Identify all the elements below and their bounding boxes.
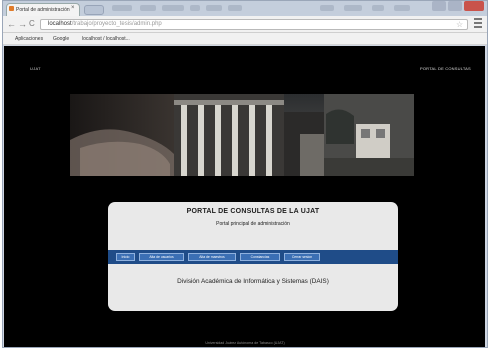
- menu-constancias-button[interactable]: Constancias: [240, 253, 280, 261]
- menu-inicio-button[interactable]: Inicio: [116, 253, 135, 261]
- blurred-tab[interactable]: [228, 5, 242, 11]
- header-photo: [70, 94, 414, 176]
- blurred-tab[interactable]: [140, 5, 156, 11]
- brand-label[interactable]: UJAT: [30, 66, 41, 71]
- address-url[interactable]: localhost/trabajo/proyecto_tesis/admin.p…: [48, 19, 162, 30]
- division-name: División Académica de Informática y Sist…: [177, 278, 329, 285]
- back-icon[interactable]: ←: [7, 19, 16, 29]
- close-window-icon[interactable]: [464, 1, 484, 11]
- menu-alta-usuarios-button[interactable]: Alta de usuarios: [139, 253, 184, 261]
- forward-icon[interactable]: →: [18, 19, 27, 29]
- address-host: localhost: [48, 21, 72, 27]
- blurred-tab[interactable]: [112, 5, 132, 11]
- page-footer: Universidad Juárez Autónoma de Tabasco (…: [205, 341, 285, 345]
- blurred-tab[interactable]: [344, 5, 362, 11]
- tab-favicon-icon: [9, 6, 14, 11]
- minimize-icon[interactable]: [432, 1, 446, 11]
- reload-icon[interactable]: C: [29, 19, 35, 29]
- menu-alta-maestros-button[interactable]: Alta de maestros: [188, 253, 236, 261]
- bookmark-aplicaciones[interactable]: Aplicaciones: [15, 35, 43, 43]
- folder-icon: [74, 36, 80, 42]
- tab-title: Portal de administración: [16, 7, 70, 13]
- blurred-tab[interactable]: [320, 5, 334, 11]
- top-nav-portal-link[interactable]: PORTAL DE CONSULTAS: [420, 66, 471, 71]
- card-title: PORTAL DE CONSULTAS DE LA UJAT: [186, 208, 320, 215]
- card-subtitle: Portal principal de administración: [216, 221, 290, 227]
- blurred-tab[interactable]: [162, 5, 184, 11]
- menu-cerrar-sesion-button[interactable]: Cerrar sesion: [284, 253, 320, 261]
- apps-grid-icon: [7, 36, 13, 42]
- tab-close-icon[interactable]: ×: [71, 4, 75, 13]
- bookmark-google[interactable]: Google: [53, 35, 69, 43]
- google-icon: [45, 36, 51, 42]
- address-path: /trabajo/proyecto_tesis/admin.php: [71, 21, 162, 27]
- menu-icon[interactable]: [474, 18, 482, 28]
- blurred-tab[interactable]: [190, 5, 200, 11]
- blurred-tab[interactable]: [206, 5, 222, 11]
- browser-tab[interactable]: Portal de administración: [6, 3, 80, 16]
- maximize-icon[interactable]: [448, 1, 462, 11]
- new-tab-button[interactable]: [84, 5, 104, 15]
- bookmark-localhost[interactable]: localhost / localhost...: [82, 35, 130, 43]
- blurred-tab[interactable]: [372, 5, 384, 11]
- building-photo-icon: [70, 94, 414, 176]
- bookmark-star-icon[interactable]: ☆: [456, 19, 463, 30]
- blurred-tab[interactable]: [394, 5, 410, 11]
